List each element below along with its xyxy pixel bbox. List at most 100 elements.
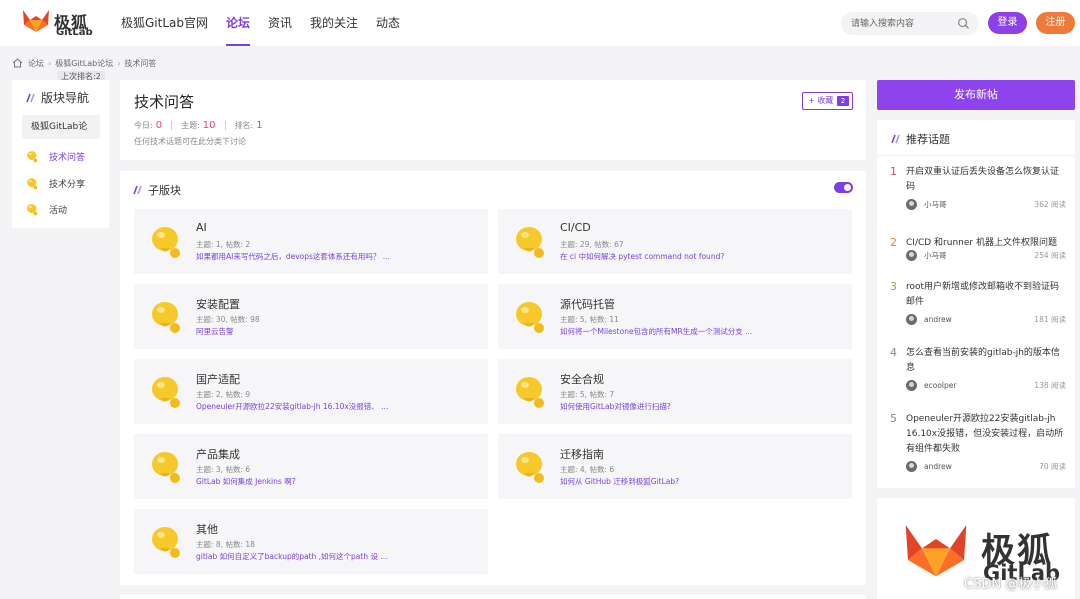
subforum-stats: 主题: 2, 帖数: 9 — [196, 390, 251, 399]
topic-author[interactable]: andrew — [924, 462, 952, 471]
subforum-card[interactable]: CI/CD 主题: 29, 帖数: 67 在 ci 中如何解决 pytest com… — [498, 209, 852, 274]
avatar[interactable] — [906, 314, 917, 325]
stat-divider — [171, 121, 173, 130]
subforum-stats: 主题: 4, 帖数: 6 — [560, 465, 615, 474]
avatar[interactable] — [906, 199, 917, 210]
nav-item[interactable]: 极狐GitLab官网 — [113, 0, 216, 46]
topic-author[interactable]: ecoolper — [924, 381, 956, 390]
nav-item[interactable]: 我的关注 — [302, 0, 366, 46]
subforum-card[interactable]: 产品集成 主题: 3, 帖数: 6 GitLab 如何集成 Jenkins 啊? — [134, 434, 488, 499]
subforum-latest-post[interactable]: 如果都用AI来写代码之后，devops这套体系还有用吗？ ... — [196, 251, 390, 262]
topic-title[interactable]: root用户新增或修改邮箱收不到验证码邮件 — [906, 280, 1066, 310]
topic-rank: 5 — [890, 412, 897, 425]
topic-author[interactable]: 小马哥 — [924, 250, 947, 261]
favorite-count: 2 — [837, 96, 849, 106]
subforum-latest-post[interactable]: Openeuler开源欧拉22安装gitlab-jh 16.10x没报错、 ..… — [196, 401, 388, 412]
topic-rank: 2 — [890, 236, 897, 249]
topic-meta: 小马哥 254 阅读 — [906, 250, 1066, 261]
subforum-latest-post[interactable]: 如何将一个Milestone包含的所有MR生成一个测试分支 ... — [560, 326, 752, 337]
lightbulb-icon — [515, 449, 547, 485]
new-post-button[interactable]: 发布新帖 — [877, 80, 1075, 110]
board-nav-item[interactable]: 技术问答 — [26, 150, 85, 163]
board-nav-item[interactable]: 技术分享 — [26, 177, 85, 190]
board-group[interactable]: 极狐GitLab论 — [22, 115, 100, 139]
nav-item[interactable]: 资讯 — [260, 0, 300, 46]
lightbulb-icon — [26, 150, 39, 163]
topic-title[interactable]: 怎么查看当前安装的gitlab-jh的版本信息 — [906, 346, 1066, 376]
lightbulb-icon — [151, 524, 183, 560]
subforum-card[interactable]: 源代码托管 主题: 5, 帖数: 11 如何将一个Milestone包含的所有MR生… — [498, 284, 852, 349]
lightbulb-icon — [151, 449, 183, 485]
subforum-stats: 主题: 30, 帖数: 98 — [196, 315, 260, 324]
subforum-latest-post[interactable]: 在 ci 中如何解决 pytest command not found? — [560, 251, 724, 262]
topic-author[interactable]: andrew — [924, 315, 952, 324]
double-slash-icon — [133, 185, 142, 195]
board-nav: 版块导航 极狐GitLab论 技术问答技术分享活动 — [12, 80, 109, 228]
subforum-card[interactable]: 国产适配主题: 2, 帖数: 9 Openeuler开源欧拉22安装gitlab-… — [134, 359, 488, 424]
subforum-name[interactable]: 源代码托管 — [560, 296, 615, 312]
subforum-name[interactable]: AI — [196, 221, 207, 234]
avatar[interactable] — [906, 380, 917, 391]
subforum-card[interactable]: AI 主题: 1, 帖数: 2 如果都用AI来写代码之后，devops这套体系还有用… — [134, 209, 488, 274]
board-nav-item[interactable]: 活动 — [26, 203, 67, 216]
forum-description: 任何技术话题可在此分类下讨论 — [134, 137, 246, 146]
subforum-name[interactable]: 其他 — [196, 521, 218, 537]
topic-reads: 254 阅读 — [1034, 251, 1066, 260]
topic-rank: 4 — [890, 346, 897, 359]
breadcrumb-item-forum[interactable]: 论坛 — [28, 58, 44, 69]
main-nav: 极狐GitLab官网 论坛 资讯 我的关注 动态 — [113, 0, 410, 46]
lightbulb-icon — [515, 224, 547, 260]
subforum-panel: 子版块 AI 主题: 1, 帖数: 2 如果都用AI来写代码之后，devops这套体… — [120, 171, 866, 585]
subforum-latest-post[interactable]: 阿里云告警 — [196, 326, 234, 337]
logo-text-en: GitLab — [56, 27, 93, 38]
topic-reads: 138 阅读 — [1034, 381, 1066, 390]
avatar[interactable] — [906, 250, 917, 261]
subforum-name[interactable]: 迁移指南 — [560, 446, 604, 462]
rank-value: 1 — [256, 120, 263, 131]
topic-title[interactable]: 开启双重认证后丢失设备怎么恢复认证码 — [906, 165, 1066, 195]
topic-author[interactable]: 小马哥 — [924, 199, 947, 210]
subforum-latest-post[interactable]: gitlab 如何自定义了backup的path ,如何这个path 设 ... — [196, 551, 388, 562]
subforum-name[interactable]: 安装配置 — [196, 296, 240, 312]
favorite-button[interactable]: + 收藏 2 — [802, 92, 853, 110]
register-button[interactable]: 注册 — [1036, 12, 1075, 34]
subforum-card[interactable]: 迁移指南主题: 4, 帖数: 6 如何从 GitHub 迁移到极狐GitLab? — [498, 434, 852, 499]
subforum-name[interactable]: 安全合规 — [560, 371, 604, 387]
home-icon[interactable] — [12, 58, 23, 68]
breadcrumb: 论坛 › 极狐GitLab论坛 › 技术问答 — [12, 57, 156, 69]
topic-meta: 小马哥 362 阅读 — [906, 199, 1066, 210]
subforum-card[interactable]: 其他主题: 8, 帖数: 18 gitlab 如何自定义了backup的path … — [134, 509, 488, 574]
subforum-name[interactable]: CI/CD — [560, 221, 591, 234]
recommended-title: 推荐话题 — [891, 131, 950, 147]
lightbulb-icon — [26, 203, 39, 216]
subforum-latest-post[interactable]: 如何使用GitLab对镜像进行扫描? — [560, 401, 671, 412]
logo[interactable]: 极狐 GitLab — [21, 8, 111, 38]
nav-item[interactable]: 论坛 — [218, 0, 258, 46]
search-box[interactable] — [841, 12, 979, 35]
subforum-name[interactable]: 产品集成 — [196, 446, 240, 462]
fox-logo-icon — [905, 525, 967, 577]
recommended-topics-panel: 推荐话题 1 开启双重认证后丢失设备怎么恢复认证码 小马哥 362 阅读 2 CI/CD … — [877, 120, 1075, 488]
avatar[interactable] — [906, 461, 917, 472]
toggle-knob — [844, 184, 851, 191]
topic-title[interactable]: CI/CD 和runner 机器上文件权限问题 — [906, 236, 1066, 251]
subforum-card[interactable]: 安装配置主题: 30, 帖数: 98 阿里云告警 — [134, 284, 488, 349]
double-slash-icon — [891, 134, 900, 144]
board-nav-title-text: 版块导航 — [41, 91, 90, 105]
subforum-latest-post[interactable]: 如何从 GitHub 迁移到极狐GitLab? — [560, 476, 679, 487]
search-input[interactable] — [851, 16, 951, 31]
login-button[interactable]: 登录 — [988, 12, 1027, 34]
subforum-card[interactable]: 安全合规 主题: 5, 帖数: 7 如何使用GitLab对镜像进行扫描? — [498, 359, 852, 424]
board-nav-item-label: 技术分享 — [49, 180, 86, 190]
chevron-right-icon: › — [48, 58, 52, 68]
lightbulb-icon — [515, 374, 547, 410]
breadcrumb-item-gitlab-forum[interactable]: 极狐GitLab论坛 — [55, 58, 113, 69]
topic-title[interactable]: Openeuler开源欧拉22安装gitlab-jh 16.10x没报错，但没安… — [906, 412, 1066, 457]
subforum-latest-post[interactable]: GitLab 如何集成 Jenkins 啊? — [196, 476, 296, 487]
topic-reads: 181 阅读 — [1034, 315, 1066, 324]
subforum-toggle[interactable] — [834, 182, 853, 193]
subforum-name[interactable]: 国产适配 — [196, 371, 240, 387]
subforum-stats: 主题: 8, 帖数: 18 — [196, 540, 255, 549]
search-icon[interactable] — [957, 17, 970, 30]
nav-item[interactable]: 动态 — [368, 0, 408, 46]
